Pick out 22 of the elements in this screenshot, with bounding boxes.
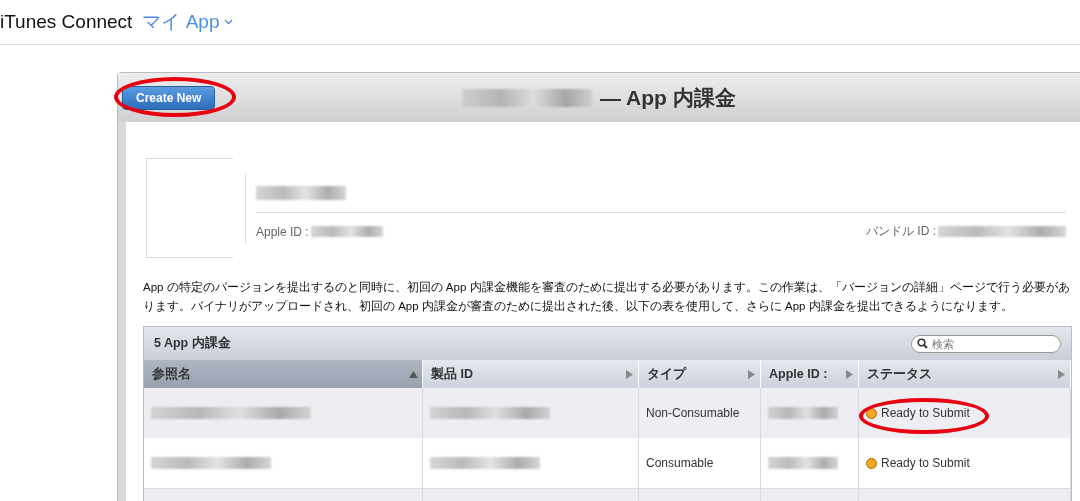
table-cell: Consumable <box>646 456 714 470</box>
apple-id-label: Apple ID : <box>256 224 309 239</box>
triangle-right-icon <box>747 369 756 379</box>
bundle-id-label: バンドル ID : <box>866 223 936 240</box>
description-text: App の特定のバージョンを提出するのと同時に、初回の App 内課金機能を審査のために提出する必要があります。この作業は、「バージョンの詳細」ページで行う必要があります。バイナリがアップロードされ、初回の App 内課金が審査のために提出された後、以下の表を使用して、さらに App 内課金を提出できるようになります。 <box>143 280 1071 315</box>
panel-title: — App 内課金 <box>600 84 736 111</box>
search-icon <box>917 338 928 349</box>
search-field[interactable]: 検索 <box>911 335 1061 353</box>
chevron-down-icon <box>224 19 234 25</box>
blurred-text <box>768 457 838 469</box>
sort-up-icon <box>409 369 418 379</box>
triangle-right-icon <box>1057 369 1066 379</box>
status-text: Ready to Submit <box>881 456 970 470</box>
column-header[interactable]: 参照名 <box>144 360 423 388</box>
brand-title[interactable]: iTunes Connect <box>0 11 133 33</box>
create-new-button[interactable]: Create New <box>122 85 216 110</box>
status-text: Ready to Submit <box>881 406 970 420</box>
triangle-right-icon <box>845 369 854 379</box>
triangle-right-icon <box>625 369 634 379</box>
table-cell: Non-Consumable <box>646 406 740 420</box>
table-title: 5 App 内課金 <box>154 335 231 352</box>
blurred-text <box>768 407 838 419</box>
